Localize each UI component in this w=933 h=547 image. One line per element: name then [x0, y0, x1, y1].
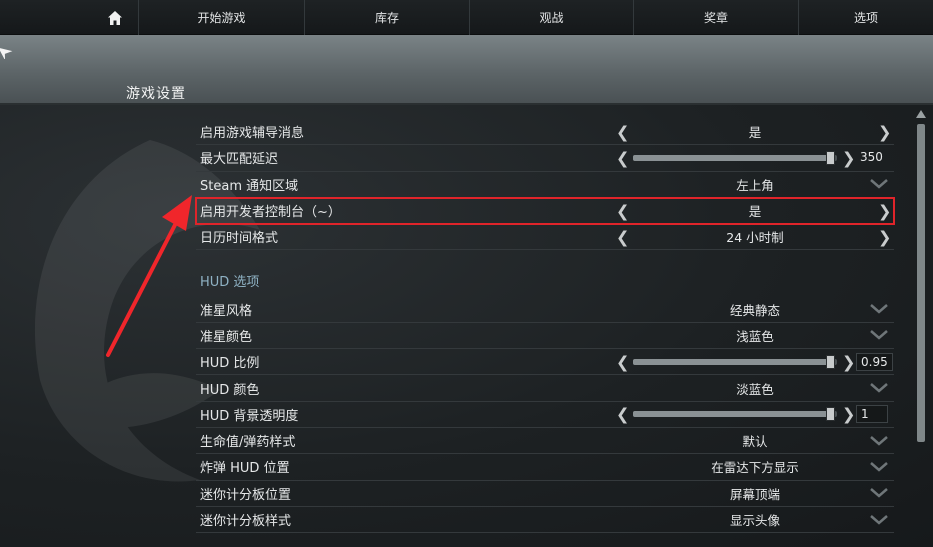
setting-row-hud-color[interactable]: HUD 颜色 淡蓝色 — [196, 375, 894, 402]
page-title: 游戏设置 — [126, 86, 186, 102]
chevron-down-icon[interactable] — [870, 488, 888, 498]
slider-value-input[interactable]: 1 — [856, 405, 888, 424]
slider-fill — [633, 154, 831, 161]
setting-value: 是 — [748, 125, 762, 141]
setting-value: 屏幕顶端 — [729, 486, 780, 502]
setting-value: 显示头像 — [729, 513, 780, 528]
setting-value: 默认 — [742, 434, 768, 450]
setting-label: 准星颜色 — [200, 329, 253, 345]
setting-label: HUD 比例 — [200, 356, 260, 372]
slider-track[interactable] — [633, 354, 837, 369]
setting-label: 启用游戏辅导消息 — [200, 126, 305, 142]
chevron-right-icon[interactable]: ❯ — [842, 405, 855, 424]
setting-label: 迷你计分板位置 — [200, 487, 292, 503]
setting-row-hud-background-alpha[interactable]: HUD 背景透明度 ❮ ❯ 1 — [196, 402, 894, 428]
nav-inventory-button[interactable]: 库存 — [304, 0, 469, 35]
slider-fill — [633, 358, 831, 365]
setting-row-time-format[interactable]: 日历时间格式 ❮ 24 小时制 ❯ — [196, 224, 894, 251]
slider-fill — [633, 411, 831, 418]
setting-row-max-matchmaking-ping[interactable]: 最大匹配延迟 ❮ ❯ 350 — [196, 145, 894, 172]
scrollbar[interactable] — [914, 108, 928, 547]
nav-home-button[interactable] — [92, 0, 138, 35]
chevron-left-icon[interactable]: ❮ — [616, 227, 629, 246]
home-icon — [108, 10, 122, 25]
nav-play-button[interactable]: 开始游戏 — [138, 0, 304, 35]
section-header-hud: HUD 选项 — [196, 250, 894, 296]
setting-label: 最大匹配延迟 — [200, 152, 279, 168]
setting-label: HUD 颜色 — [200, 382, 260, 398]
setting-row-game-instructor[interactable]: 启用游戏辅导消息 ❮ 是 ❯ — [196, 119, 894, 146]
chevron-right-icon[interactable]: ❯ — [878, 227, 891, 246]
setting-row-health-ammo-style[interactable]: 生命值/弹药样式 默认 — [196, 428, 894, 455]
slider-thumb[interactable] — [825, 354, 835, 369]
setting-label: 日历时间格式 — [200, 231, 279, 247]
top-nav: 开始游戏 库存 观战 奖章 选项 — [0, 0, 933, 35]
nav-medals-button[interactable]: 奖章 — [633, 0, 798, 35]
chevron-left-icon[interactable]: ❮ — [616, 201, 629, 220]
slider-value-input[interactable]: 0.95 — [856, 352, 893, 371]
chevron-right-icon[interactable]: ❯ — [878, 122, 891, 141]
setting-row-mini-scoreboard-position[interactable]: 迷你计分板位置 屏幕顶端 — [196, 481, 894, 507]
header-band: 游戏设置 — [0, 35, 933, 105]
chevron-down-icon[interactable] — [870, 435, 888, 446]
setting-row-mini-scoreboard-style[interactable]: 迷你计分板样式 显示头像 — [196, 507, 894, 534]
slider-value[interactable]: 350 — [856, 149, 888, 167]
scroll-thumb[interactable] — [917, 124, 925, 442]
setting-value: 浅蓝色 — [736, 328, 774, 344]
setting-row-crosshair-color[interactable]: 准星颜色 浅蓝色 — [196, 323, 894, 350]
chevron-down-icon[interactable] — [870, 330, 888, 341]
setting-value: 是 — [748, 204, 762, 220]
setting-value: 淡蓝色 — [736, 381, 774, 397]
setting-row-bomb-hud-position[interactable]: 炸弹 HUD 位置 在雷达下方显示 — [196, 454, 894, 481]
chevron-right-icon[interactable]: ❯ — [878, 201, 891, 220]
settings-list: 启用游戏辅导消息 ❮ 是 ❯ 最大匹配延迟 ❮ ❯ 350 Steam 通知区域… — [195, 119, 895, 534]
setting-label: 生命值/弹药样式 — [200, 435, 296, 451]
chevron-down-icon[interactable] — [870, 383, 888, 393]
setting-label: 准星风格 — [200, 303, 253, 319]
setting-value: 左上角 — [736, 177, 774, 193]
setting-label: Steam 通知区域 — [200, 178, 299, 194]
setting-label: HUD 背景透明度 — [200, 408, 299, 424]
setting-row-crosshair-style[interactable]: 准星风格 经典静态 — [196, 296, 894, 323]
chevron-left-icon[interactable]: ❮ — [616, 122, 629, 141]
setting-value: 在雷达下方显示 — [711, 460, 799, 476]
chevron-down-icon[interactable] — [870, 179, 888, 189]
setting-row-developer-console[interactable]: 启用开发者控制台（~） ❮ 是 ❯ — [195, 196, 895, 226]
annotation-arrow-icon — [106, 195, 192, 357]
back-arrow-icon[interactable] — [0, 43, 14, 59]
section-title: HUD 选项 — [200, 275, 260, 291]
chevron-down-icon[interactable] — [870, 514, 888, 525]
setting-value: 24 小时制 — [726, 230, 784, 246]
setting-label: 炸弹 HUD 位置 — [200, 461, 290, 477]
chevron-right-icon[interactable]: ❯ — [842, 148, 855, 167]
slider-track[interactable] — [633, 407, 837, 422]
slider-thumb[interactable] — [825, 407, 835, 422]
chevron-down-icon[interactable] — [870, 304, 888, 314]
scroll-up-icon[interactable] — [916, 110, 926, 118]
chevron-right-icon[interactable]: ❯ — [842, 352, 855, 371]
chevron-left-icon[interactable]: ❮ — [616, 352, 629, 371]
nav-watch-button[interactable]: 观战 — [469, 0, 633, 35]
chevron-left-icon[interactable]: ❮ — [616, 405, 629, 424]
setting-label: 启用开发者控制台（~） — [200, 205, 341, 221]
setting-label: 迷你计分板样式 — [200, 514, 292, 529]
setting-value: 经典静态 — [729, 302, 780, 318]
chevron-down-icon[interactable] — [870, 461, 888, 472]
slider-thumb[interactable] — [825, 150, 835, 165]
setting-row-hud-scale[interactable]: HUD 比例 ❮ ❯ 0.95 — [196, 349, 894, 376]
chevron-left-icon[interactable]: ❮ — [616, 148, 629, 167]
setting-row-steam-notification-area[interactable]: Steam 通知区域 左上角 — [196, 172, 894, 198]
slider-track[interactable] — [633, 150, 837, 165]
nav-options-button[interactable]: 选项 — [798, 0, 933, 35]
